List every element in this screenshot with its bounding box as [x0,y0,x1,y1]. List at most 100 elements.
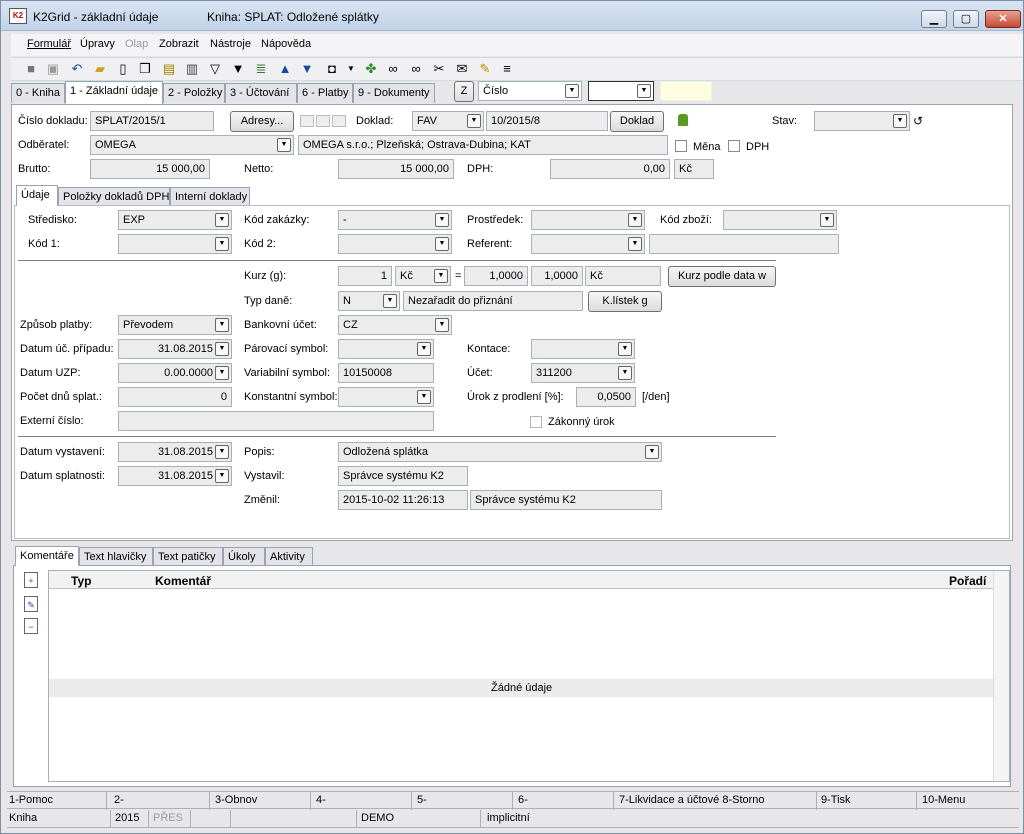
chevron-down-icon[interactable]: ▼ [628,213,642,227]
menu-olap[interactable]: Olap [125,38,148,50]
zpusob-platby-select[interactable]: Převodem ▼ [118,315,232,335]
referent-desc-field[interactable] [649,234,839,254]
urok-field[interactable]: 0,0500 [576,387,636,407]
dph-checkbox[interactable] [728,140,740,152]
arrow-down-icon[interactable]: ▼ [299,61,315,77]
kod2-select[interactable]: ▼ [338,234,452,254]
datum-vystaveni-field[interactable]: 31.08.2015 ▼ [118,442,232,462]
tab-interni-doklady[interactable]: Interní doklady [170,187,250,207]
datum-uzp-field[interactable]: 0.00.0000 ▼ [118,363,232,383]
tab-text-paticky[interactable]: Text patičky [153,547,223,567]
datum-uc-field[interactable]: 31.08.2015 ▼ [118,339,232,359]
search-extra-field[interactable] [660,81,712,101]
filter-icon[interactable]: ▽ [207,61,223,77]
chevron-down-icon[interactable]: ▼ [893,114,907,128]
popis-select[interactable]: Odložená splátka ▼ [338,442,662,462]
col-poradi[interactable]: Pořadí [949,574,986,588]
tab-dokumenty[interactable]: 9 - Dokumenty [353,83,435,103]
fkey-1[interactable]: 1-Pomoc [7,792,107,810]
chevron-down-icon[interactable]: ▼ [435,237,449,251]
chevron-down-icon[interactable]: ▼ [215,366,229,380]
chevron-down-icon[interactable]: ▼ [215,469,229,483]
search-input[interactable]: ▼ [588,81,654,101]
tab-komentare[interactable]: Komentáře [15,546,79,566]
vertical-scrollbar[interactable] [993,571,1009,781]
kurz-podle-data-button[interactable]: Kurz podle data w [668,266,776,287]
save-all-icon[interactable]: ▣ [45,61,61,77]
history-icon[interactable]: ↺ [913,114,923,128]
minimize-button[interactable]: ▁ [921,10,947,28]
kod-zbozi-select[interactable]: ▼ [723,210,837,230]
parovaci-select[interactable]: ▼ [338,339,434,359]
kod-zakazky-select[interactable]: - ▼ [338,210,452,230]
close-button[interactable]: ✕ [985,10,1021,28]
tab-zakladni-udaje[interactable]: 1 - Základní údaje [65,81,163,104]
typ-dane-select[interactable]: N ▼ [338,291,400,311]
doklad-type-select[interactable]: FAV ▼ [412,111,484,131]
chevron-down-icon[interactable]: ▼ [637,84,651,98]
chevron-down-icon[interactable]: ▼ [820,213,834,227]
doklad-number-field[interactable]: 10/2015/8 [486,111,608,131]
edit-comment-icon[interactable]: ✎ [24,596,38,612]
chevron-down-icon[interactable]: ▼ [383,294,397,308]
tab-ukoly[interactable]: Úkoly [223,547,265,567]
pocet-dnu-field[interactable]: 0 [118,387,232,407]
binoculars-icon[interactable]: ∞ [385,61,401,77]
maximize-button[interactable]: ▢ [953,10,979,28]
externi-field[interactable] [118,411,434,431]
odberatel-select[interactable]: OMEGA ▼ [90,135,294,155]
tab-udaje[interactable]: Údaje [16,185,58,206]
zmenil-date-field[interactable]: 2015-10-02 11:26:13 [338,490,468,510]
bankovni-ucet-select[interactable]: CZ ▼ [338,315,452,335]
brutto-field[interactable]: 15 000,00 [90,159,210,179]
z-button[interactable]: Z [454,81,474,102]
tab-text-hlavicky[interactable]: Text hlavičky [79,547,153,567]
new-document-icon[interactable]: ▯ [115,61,131,77]
fkey-5[interactable]: 5- [415,792,513,810]
zakonny-urok-checkbox[interactable] [530,416,542,428]
copy-document-icon[interactable]: ❐ [137,61,153,77]
typ-dane-desc-field[interactable]: Nezařadit do přiznání [403,291,583,311]
notes-icon[interactable]: ✎ [477,61,493,77]
chevron-down-icon[interactable]: ▼ [215,342,229,356]
add-comment-icon[interactable]: + [24,572,38,588]
adresy-button[interactable]: Adresy... [230,111,294,132]
prostredek-select[interactable]: ▼ [531,210,645,230]
open-folder-icon[interactable]: ▰ [92,61,108,77]
tab-polozky[interactable]: 2 - Položky [163,83,225,103]
datum-splatnosti-field[interactable]: 31.08.2015 ▼ [118,466,232,486]
undo-icon[interactable]: ↶ [69,61,85,77]
col-typ[interactable]: Typ [71,574,91,588]
tab-platby[interactable]: 6 - Platby [297,83,353,103]
zmenil-user-field[interactable]: Správce systému K2 [470,490,662,510]
tools-icon[interactable]: ✂ [431,61,447,77]
chevron-down-icon[interactable]: ▼ [215,237,229,251]
odberatel-desc-field[interactable]: OMEGA s.r.o.; Plzeňská; Ostrava-Dubina; … [298,135,668,155]
klistek-button[interactable]: K.lístek g [588,291,662,312]
chevron-down-icon[interactable]: ▼ [645,445,659,459]
menu-upravy[interactable]: Úpravy [80,38,115,50]
kod1-select[interactable]: ▼ [118,234,232,254]
delete-comment-icon[interactable]: − [24,618,38,634]
doklad-button[interactable]: Doklad [610,111,664,132]
camera-icon[interactable]: ◘ [324,61,340,77]
kurz-currency-select[interactable]: Kč ▼ [395,266,451,286]
fkey-4[interactable]: 4- [314,792,412,810]
variabilni-field[interactable]: 10150008 [338,363,434,383]
book-icon[interactable]: ▥ [184,61,200,77]
referent-select[interactable]: ▼ [531,234,645,254]
fkey-6[interactable]: 6- [516,792,614,810]
arrow-up-icon[interactable]: ▲ [277,61,293,77]
mail-icon[interactable]: ✉ [454,61,470,77]
tab-kniha[interactable]: 0 - Kniha [11,83,65,103]
stack-icon[interactable]: ≣ [253,61,269,77]
fkey-7-8[interactable]: 7-Likvidace a účtové 8-Storno [617,792,817,810]
tab-aktivity[interactable]: Aktivity [265,547,313,567]
col-komentar[interactable]: Komentář [155,574,211,588]
kurz-amount-field[interactable]: 1 [338,266,392,286]
fkey-2[interactable]: 2- [112,792,210,810]
tree-icon[interactable]: ✤ [363,61,379,77]
dph-field[interactable]: 0,00 [550,159,670,179]
menu-napoveda[interactable]: Nápověda [261,38,311,50]
ucet-select[interactable]: 311200 ▼ [531,363,635,383]
